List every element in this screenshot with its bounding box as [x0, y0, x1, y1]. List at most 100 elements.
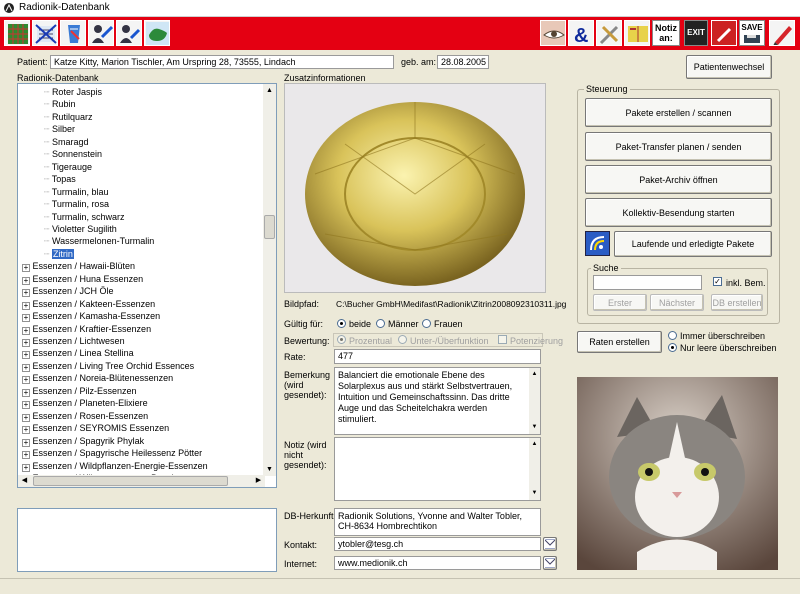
kontakt-field[interactable]: ytobler@tesg.ch — [334, 537, 541, 551]
expand-icon[interactable]: + — [22, 413, 30, 422]
eye-icon[interactable] — [540, 20, 566, 46]
person-arrow-icon[interactable] — [88, 20, 114, 46]
suche-input[interactable] — [593, 275, 702, 290]
patient-field[interactable]: Katze Kitty, Marion Tischler, Am Ursprin… — [50, 55, 394, 69]
naechster-button[interactable]: Nächster — [650, 294, 704, 311]
signal-icon[interactable] — [585, 231, 610, 256]
scroll-up-icon[interactable]: ▲ — [529, 369, 540, 380]
grid-icon[interactable] — [4, 20, 30, 46]
scroll-up-icon[interactable]: ▲ — [529, 439, 540, 450]
potenzierung-checkbox[interactable] — [498, 335, 507, 344]
exit-button[interactable]: EXIT — [684, 20, 708, 46]
expand-icon[interactable]: + — [22, 264, 30, 273]
gueltig-maenner-radio[interactable] — [376, 319, 385, 328]
scroll-right-icon[interactable]: ▶ — [253, 476, 264, 486]
tree-leaf[interactable]: ┈ Roter Jaspis — [44, 86, 102, 98]
tree-leaf[interactable]: ┈ Smaragd — [44, 136, 88, 148]
gueltig-frauen-radio[interactable] — [422, 319, 431, 328]
tree-group[interactable]: + Essenzen / Pilz-Essenzen — [22, 385, 137, 397]
tree-leaf[interactable]: ┈ Tigerauge — [44, 161, 92, 173]
tree-leaf[interactable]: ┈ Rubin — [44, 98, 75, 110]
immer-ueberschreiben-radio[interactable] — [668, 331, 677, 340]
tree-group[interactable]: + Essenzen / Wildpflanzen-Energie-Essenz… — [22, 460, 208, 472]
tree-leaf[interactable]: ┈ Wassermelonen-Turmalin — [44, 235, 154, 247]
expand-icon[interactable]: + — [22, 438, 30, 447]
tree-leaf[interactable]: ┈ Turmalin, schwarz — [44, 211, 124, 223]
scroll-up-icon[interactable]: ▲ — [264, 85, 275, 96]
dob-field[interactable]: 28.08.2005 — [437, 55, 489, 69]
delete-list-icon[interactable] — [32, 20, 58, 46]
database-tree[interactable]: ┈ Roter Jaspis ┈ Rubin ┈ Rutilquarz ┈ Silbe… — [17, 83, 277, 488]
expand-icon[interactable]: + — [22, 401, 30, 410]
tree-group[interactable]: + Essenzen / Rosen-Essenzen — [22, 410, 148, 422]
scroll-down-icon[interactable]: ▼ — [264, 464, 275, 475]
expand-icon[interactable]: + — [22, 376, 30, 385]
expand-icon[interactable]: + — [22, 451, 30, 460]
nur-leere-radio[interactable] — [668, 343, 677, 352]
scroll-thumb[interactable] — [264, 215, 275, 239]
rate-field[interactable]: 477 — [334, 349, 541, 364]
scroll-down-icon[interactable]: ▼ — [529, 422, 540, 433]
ampersand-icon[interactable]: & — [568, 20, 594, 46]
expand-icon[interactable]: + — [22, 463, 30, 472]
hammer-icon[interactable] — [711, 20, 737, 46]
map-icon[interactable] — [144, 20, 170, 46]
tree-leaf[interactable]: ┈ Rutilquarz — [44, 111, 92, 123]
tools-icon[interactable] — [596, 20, 622, 46]
laufende-pakete-button[interactable]: Laufende und erledigte Pakete — [614, 231, 772, 257]
expand-icon[interactable]: + — [22, 388, 30, 397]
tree-horizontal-scrollbar[interactable]: ◀ ▶ — [18, 475, 265, 487]
paket-archiv-button[interactable]: Paket-Archiv öffnen — [585, 165, 772, 194]
kollektiv-besendung-button[interactable]: Kollektiv-Besendung starten — [585, 198, 772, 227]
notiz-textarea[interactable]: ▲ ▼ — [334, 437, 541, 501]
person-search-icon[interactable] — [116, 20, 142, 46]
gueltig-beide-radio[interactable] — [337, 319, 346, 328]
bewertung-unter-radio[interactable] — [398, 335, 407, 344]
bewertung-prozentual-radio[interactable] — [337, 335, 346, 344]
tree-group[interactable]: + Essenzen / Noreia-Blütenessenzen — [22, 372, 173, 385]
tree-vertical-scrollbar[interactable]: ▲ ▼ — [263, 84, 276, 476]
expand-icon[interactable]: + — [22, 326, 30, 335]
expand-icon[interactable]: + — [22, 289, 30, 298]
tree-group[interactable]: + Essenzen / Kraftier-Essenzen — [22, 323, 151, 335]
notiz-scrollbar[interactable]: ▲ ▼ — [529, 438, 540, 500]
tree-leaf[interactable]: ┈ Turmalin, blau — [44, 186, 108, 198]
pencil-icon[interactable] — [769, 20, 795, 46]
notiz-button[interactable]: Notiz an: — [652, 20, 680, 46]
email-icon[interactable] — [543, 537, 557, 551]
beaker-icon[interactable] — [60, 20, 86, 46]
tree-leaf[interactable]: ┈ Topas — [44, 173, 76, 185]
internet-field[interactable]: www.medionik.ch — [334, 556, 541, 570]
expand-icon[interactable]: + — [22, 301, 30, 310]
pakete-erstellen-button[interactable]: Pakete erstellen / scannen — [585, 98, 772, 127]
bemerkung-textarea[interactable]: Balanciert die emotionale Ebene des Sola… — [334, 367, 541, 435]
tree-leaf[interactable]: ┈ Turmalin, rosa — [44, 198, 109, 210]
tree-group[interactable]: + Essenzen / Spagyrik Phylak — [22, 435, 144, 447]
book-icon[interactable] — [624, 20, 650, 46]
tree-leaf[interactable]: ┈ Silber — [44, 123, 75, 135]
tree-group[interactable]: + Essenzen / Huna Essenzen — [22, 273, 143, 285]
patientenwechsel-button[interactable]: Patientenwechsel — [686, 55, 772, 79]
tree-leaf[interactable]: ┈ Violetter Sugilith — [44, 223, 117, 235]
expand-icon[interactable]: + — [22, 363, 30, 372]
expand-icon[interactable]: + — [22, 351, 30, 360]
scroll-left-icon[interactable]: ◀ — [19, 476, 30, 486]
paket-transfer-button[interactable]: Paket-Transfer planen / senden — [585, 132, 772, 161]
tree-group[interactable]: + Essenzen / Living Tree Orchid Essences — [22, 360, 194, 372]
tree-group[interactable]: + Essenzen / Spagyrische Heilessenz Pött… — [22, 447, 202, 460]
tree-group[interactable]: + Essenzen / Planeten-Elixiere — [22, 397, 148, 410]
erster-button[interactable]: Erster — [593, 294, 647, 311]
tree-leaf[interactable]: ┈ Sonnenstein — [44, 148, 102, 160]
expand-icon[interactable]: + — [22, 314, 30, 323]
h-scroll-thumb[interactable] — [33, 476, 228, 486]
save-button[interactable]: SAVE — [739, 20, 765, 46]
tree-leaf-selected[interactable]: ┈ Zitrin — [44, 248, 74, 260]
tree-group[interactable]: + Essenzen / Kamasha-Essenzen — [22, 310, 160, 323]
expand-icon[interactable]: + — [22, 276, 30, 285]
inkl-bem-checkbox[interactable]: ✓ — [713, 277, 722, 286]
raten-erstellen-button[interactable]: Raten erstellen — [577, 331, 662, 353]
db-erstellen-button[interactable]: DB erstellen — [711, 294, 763, 311]
bemerkung-scrollbar[interactable]: ▲ ▼ — [529, 368, 540, 434]
scroll-down-icon[interactable]: ▼ — [529, 488, 540, 499]
tree-group[interactable]: + Essenzen / Hawaii-Blüten — [22, 260, 135, 273]
